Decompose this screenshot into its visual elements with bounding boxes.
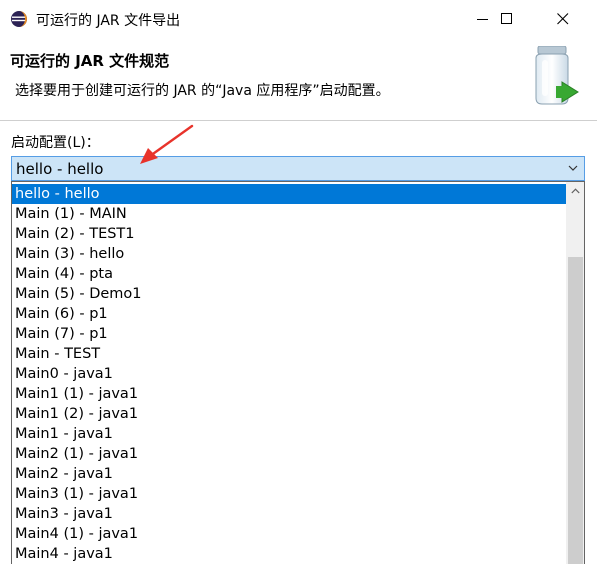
list-item[interactable]: Main3 (1) - java1	[12, 484, 566, 504]
maximize-icon	[501, 13, 512, 24]
dropdown-scrollbar[interactable]	[566, 182, 584, 564]
chevron-up-icon	[571, 187, 580, 193]
wizard-header: 可运行的 JAR 文件规范 选择要用于创建可运行的 JAR 的“Java 应用程…	[0, 38, 597, 121]
red-arrow-icon	[140, 124, 194, 164]
maximize-button[interactable]	[484, 0, 530, 38]
chevron-down-icon[interactable]	[568, 164, 578, 172]
launch-config-dropdown-list[interactable]: hello - hello Main (1) - MAIN Main (2) - T…	[11, 181, 585, 564]
list-item[interactable]: Main4 - java1	[12, 544, 566, 564]
page-description: 选择要用于创建可运行的 JAR 的“Java 应用程序”启动配置。	[15, 83, 390, 99]
list-item[interactable]: Main3 - java1	[12, 504, 566, 524]
scroll-up-button[interactable]	[567, 182, 584, 199]
list-item[interactable]: Main (6) - p1	[12, 304, 566, 324]
list-item[interactable]: Main2 (1) - java1	[12, 444, 566, 464]
launch-config-selected: hello - hello	[16, 160, 104, 178]
title-bar: 可运行的 JAR 文件导出	[0, 0, 597, 39]
list-item[interactable]: Main (7) - p1	[12, 324, 566, 344]
close-button[interactable]	[540, 0, 586, 38]
list-item[interactable]: Main - TEST	[12, 344, 566, 364]
list-item[interactable]: Main (3) - hello	[12, 244, 566, 264]
jar-export-icon	[535, 46, 579, 105]
page-title: 可运行的 JAR 文件规范	[10, 52, 170, 70]
eclipse-icon	[11, 11, 27, 27]
wizard-content: 启动配置(L)： hello - hello hello - hello Main…	[0, 121, 597, 564]
option-list: hello - hello Main (1) - MAIN Main (2) - T…	[12, 184, 566, 564]
list-item[interactable]: Main1 - java1	[12, 424, 566, 444]
list-item[interactable]: Main4 (1) - java1	[12, 524, 566, 544]
list-item[interactable]: Main (1) - MAIN	[12, 204, 566, 224]
list-item[interactable]: Main2 - java1	[12, 464, 566, 484]
list-item[interactable]: Main (4) - pta	[12, 264, 566, 284]
window-title: 可运行的 JAR 文件导出	[36, 13, 181, 29]
list-item[interactable]: Main1 (2) - java1	[12, 404, 566, 424]
list-item[interactable]: Main (5) - Demo1	[12, 284, 566, 304]
list-item[interactable]: hello - hello	[12, 184, 566, 204]
list-item[interactable]: Main0 - java1	[12, 364, 566, 384]
launch-config-combo[interactable]: hello - hello	[11, 156, 585, 181]
close-icon	[557, 13, 569, 25]
list-item[interactable]: Main1 (1) - java1	[12, 384, 566, 404]
list-item[interactable]: Main (2) - TEST1	[12, 224, 566, 244]
scrollbar-thumb[interactable]	[568, 257, 583, 564]
launch-config-label: 启动配置(L)：	[11, 135, 100, 151]
